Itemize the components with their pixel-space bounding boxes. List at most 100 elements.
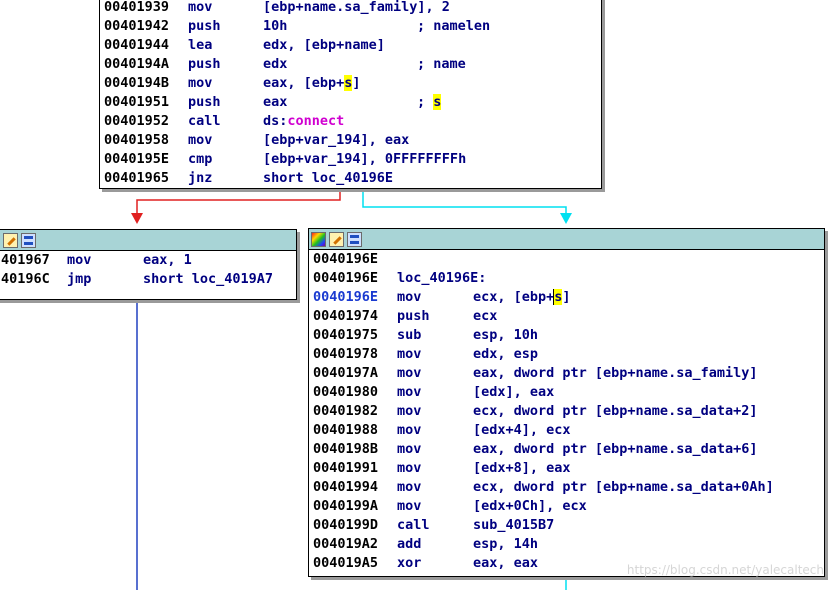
asm-line[interactable]: 00401974 push ecx <box>313 307 820 326</box>
block-toolbar <box>0 230 296 251</box>
comment: ; name <box>417 56 466 72</box>
operands: edx, [ebp+name] <box>263 37 385 53</box>
address: 00401944 <box>104 37 170 53</box>
asm-line[interactable]: 401967 mov eax, 1 <box>1 251 292 270</box>
operands: [edx], eax <box>473 384 555 400</box>
operand-text: ] <box>352 75 361 91</box>
asm-line[interactable]: 00401982 mov ecx, dword ptr [ebp+name.sa_d… <box>313 402 820 421</box>
edit-icon[interactable] <box>3 232 18 248</box>
operands: 10h <box>263 18 288 34</box>
asm-line[interactable]: 0040194A push edx ; name <box>104 55 597 74</box>
true-branch-edge <box>362 190 567 213</box>
asm-line[interactable]: 0040199A mov [edx+0Ch], ecx <box>313 497 820 516</box>
address: 004019A2 <box>313 536 379 552</box>
basic-block-error[interactable]: 401967 mov eax, 1 40196C jmp short loc_4019A… <box>0 229 297 300</box>
block-lines: 0040196E 0040196E loc_40196E: 0040196E mov… <box>309 250 824 573</box>
address: 00401978 <box>313 346 379 362</box>
block-lines: 00401939 mov [ebp+name.sa_family], 2 00401… <box>100 0 601 188</box>
graph-view-icon[interactable] <box>347 231 362 247</box>
address: 00401942 <box>104 18 170 34</box>
asm-line[interactable]: 00401958 mov [ebp+var_194], eax <box>104 131 597 150</box>
address: 0040195E <box>104 151 170 167</box>
asm-line[interactable]: 00401965 jnz short loc_40196E <box>104 169 597 188</box>
operand-text: eax, [ebp+ <box>263 75 345 91</box>
asm-line[interactable]: 0040194B mov eax, [ebp+s] <box>104 74 597 93</box>
operands: ecx, [ebp+s] <box>473 289 571 305</box>
import-name[interactable]: connect <box>287 113 344 129</box>
basic-block-loc-40196e[interactable]: 0040196E 0040196E loc_40196E: 0040196E mov… <box>308 228 825 577</box>
address: 00401965 <box>104 170 170 186</box>
comment: ; s <box>417 94 442 110</box>
operands: eax <box>263 94 288 110</box>
asm-line[interactable]: 00401980 mov [edx], eax <box>313 383 820 402</box>
asm-line[interactable]: 00401939 mov [ebp+name.sa_family], 2 <box>104 0 597 17</box>
asm-line[interactable]: 00401991 mov [edx+8], eax <box>313 459 820 478</box>
asm-line[interactable]: 0040196E <box>313 250 820 269</box>
operand-text: ] <box>562 289 571 305</box>
address: 0040198B <box>313 441 379 457</box>
operands: edx, esp <box>473 346 539 362</box>
basic-block-connect[interactable]: 00401939 mov [ebp+name.sa_family], 2 00401… <box>99 0 602 189</box>
asm-line[interactable]: 0040199D call sub_4015B7 <box>313 516 820 535</box>
address: 401967 <box>1 252 50 268</box>
operands: [ebp+var_194], 0FFFFFFFFh <box>263 151 467 167</box>
operands: eax, 1 <box>143 252 192 268</box>
mnemonic: push <box>188 18 221 34</box>
mnemonic: mov <box>188 75 213 91</box>
mnemonic: mov <box>397 346 422 362</box>
asm-line[interactable]: 0040197A mov eax, dword ptr [ebp+name.sa_f… <box>313 364 820 383</box>
asm-line[interactable]: 00401994 mov ecx, dword ptr [ebp+name.sa_d… <box>313 478 820 497</box>
asm-line[interactable]: 0040195E cmp [ebp+var_194], 0FFFFFFFFh <box>104 150 597 169</box>
address: 0040199A <box>313 498 379 514</box>
asm-line[interactable]: 00401952 call ds:connect <box>104 112 597 131</box>
mnemonic: xor <box>397 555 422 571</box>
asm-line[interactable]: 40196C jmp short loc_4019A7 <box>1 270 292 289</box>
asm-line[interactable]: 0040198B mov eax, dword ptr [ebp+name.sa_d… <box>313 440 820 459</box>
asm-line-selected[interactable]: 0040196E mov ecx, [ebp+s] <box>313 288 820 307</box>
asm-line[interactable]: 00401975 sub esp, 10h <box>313 326 820 345</box>
address: 0040196E <box>313 289 379 305</box>
mnemonic: mov <box>397 479 422 495</box>
mnemonic: mov <box>67 252 92 268</box>
comment-text: ; <box>417 94 434 110</box>
code-label[interactable]: loc_40196E: <box>397 270 486 286</box>
operands: eax, dword ptr [ebp+name.sa_family] <box>473 365 758 381</box>
graph-view-icon[interactable] <box>21 232 36 248</box>
address: 00401982 <box>313 403 379 419</box>
operands: esp, 10h <box>473 327 539 343</box>
false-branch-edge <box>136 190 341 213</box>
mnemonic: sub <box>397 327 422 343</box>
operands: [edx+0Ch], ecx <box>473 498 587 514</box>
mnemonic: add <box>397 536 422 552</box>
address: 00401958 <box>104 132 170 148</box>
asm-line[interactable]: 00401942 push 10h ; namelen <box>104 17 597 36</box>
watermark: https://blog.csdn.net/yalecaltech <box>626 563 824 577</box>
mnemonic: mov <box>397 403 422 419</box>
operands: ecx <box>473 308 498 324</box>
mnemonic: call <box>397 517 430 533</box>
asm-line[interactable]: 00401944 lea edx, [ebp+name] <box>104 36 597 55</box>
color-palette-icon[interactable] <box>311 231 326 247</box>
address: 00401980 <box>313 384 379 400</box>
operands: short loc_40196E <box>263 170 394 186</box>
operand-text: ecx, [ebp+ <box>473 289 555 305</box>
asm-line[interactable]: 00401978 mov edx, esp <box>313 345 820 364</box>
address: 0040196E <box>313 251 379 267</box>
highlighted-symbol[interactable]: s <box>433 94 442 110</box>
operands: [ebp+name.sa_family], 2 <box>263 0 450 15</box>
mnemonic: jnz <box>188 170 213 186</box>
address: 00401991 <box>313 460 379 476</box>
label-line[interactable]: 0040196E loc_40196E: <box>313 269 820 288</box>
mnemonic: mov <box>397 460 422 476</box>
block-lines: 401967 mov eax, 1 40196C jmp short loc_4019A… <box>0 251 296 289</box>
edit-icon[interactable] <box>329 231 344 247</box>
operand-text: ds: <box>263 113 288 129</box>
asm-line[interactable]: 004019A2 add esp, 14h <box>313 535 820 554</box>
address: 00401951 <box>104 94 170 110</box>
asm-line[interactable]: 00401951 push eax; s <box>104 93 597 112</box>
false-branch-arrow <box>131 213 143 224</box>
address: 40196C <box>1 271 50 287</box>
mnemonic: push <box>188 56 221 72</box>
operands: edx <box>263 56 288 72</box>
asm-line[interactable]: 00401988 mov [edx+4], ecx <box>313 421 820 440</box>
